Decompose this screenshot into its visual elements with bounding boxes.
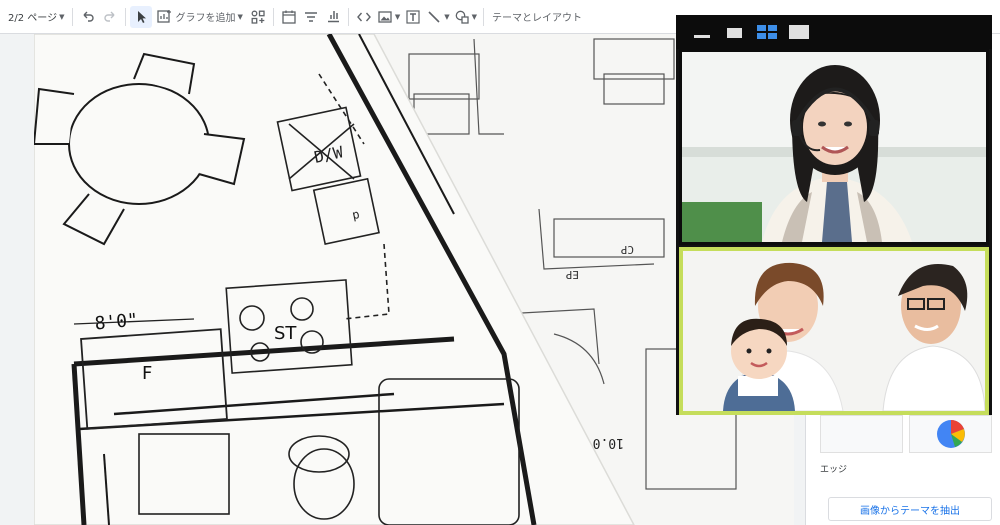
- video-call-window: [676, 15, 992, 415]
- page-indicator: 2/2 ページ: [8, 13, 58, 24]
- toolbar-divider: [125, 7, 127, 26]
- embed-url-button[interactable]: [353, 6, 375, 28]
- edge-label: エッジ: [820, 465, 848, 475]
- undo-button[interactable]: [77, 6, 99, 28]
- theme-thumbnails: [820, 415, 992, 453]
- full-layout-button[interactable]: [788, 24, 810, 40]
- ep-label: EP: [565, 268, 579, 281]
- minimize-layout-button[interactable]: [692, 24, 714, 40]
- single-layout-button[interactable]: [724, 24, 746, 40]
- video-layout-bar: [676, 15, 992, 49]
- calendar-icon: [282, 10, 296, 24]
- date-range-button[interactable]: [278, 6, 300, 28]
- grid-view-icon: [757, 25, 777, 39]
- app-window: 2/2 ページ ▼ グラフを追加 ▼ ▼ ▼ ▼ テーマとレイアウト D/W p…: [0, 0, 1000, 525]
- shape-icon: [455, 10, 469, 24]
- extract-theme-button[interactable]: 画像からテーマを抽出: [828, 497, 992, 521]
- toolbar-divider: [72, 7, 74, 26]
- undo-icon: [83, 11, 95, 22]
- toolbar-divider: [272, 7, 274, 26]
- line-icon: [428, 10, 440, 23]
- image-icon: [378, 10, 392, 23]
- insert-image-button[interactable]: ▼: [375, 4, 402, 30]
- page-selector[interactable]: 2/2 ページ ▼: [4, 4, 68, 30]
- data-control-button[interactable]: [322, 6, 344, 28]
- grid-layout-button[interactable]: [756, 24, 778, 40]
- chevron-down-icon: ▼: [444, 12, 450, 21]
- add-chart-label: グラフを追加: [175, 13, 236, 24]
- code-label: 10.0: [593, 435, 624, 450]
- data-control-icon: [327, 10, 339, 22]
- st-label: ST: [274, 323, 297, 344]
- participant-video-tile[interactable]: [679, 49, 989, 245]
- participant-video: [683, 251, 985, 411]
- chevron-down-icon: ▼: [59, 12, 65, 21]
- fullscreen-icon: [789, 25, 809, 39]
- chevron-down-icon: ▼: [471, 12, 478, 21]
- filter-icon: [304, 11, 317, 22]
- theme-layout-label: テーマとレイアウト: [492, 13, 583, 24]
- chevron-down-icon: ▼: [394, 12, 401, 21]
- shape-tool-button[interactable]: ▼: [452, 4, 479, 30]
- text-box-button[interactable]: [402, 6, 424, 28]
- select-tool-button[interactable]: [130, 5, 153, 28]
- theme-thumbnail[interactable]: [909, 415, 992, 453]
- line-tool-button[interactable]: ▼: [424, 4, 451, 30]
- participant-video-tile[interactable]: [679, 247, 989, 415]
- add-chart-icon: [157, 9, 172, 23]
- add-chart-button[interactable]: グラフを追加 ▼: [152, 4, 246, 30]
- theme-thumbnail[interactable]: [820, 415, 903, 453]
- toolbar-divider: [347, 7, 349, 26]
- participant-video: [682, 52, 986, 242]
- redo-icon: [104, 11, 115, 22]
- filter-control-button[interactable]: [300, 6, 322, 28]
- pie-chart-icon: [936, 420, 965, 448]
- theme-layout-button[interactable]: テーマとレイアウト: [488, 4, 586, 30]
- cp-label: CP: [620, 243, 634, 256]
- dimension-label: 8'0": [94, 310, 139, 335]
- redo-button[interactable]: [99, 6, 121, 28]
- add-control-button[interactable]: [247, 6, 269, 28]
- cursor-icon: [138, 10, 147, 23]
- code-icon: [356, 12, 371, 21]
- controls-icon: [251, 10, 265, 24]
- minimize-icon: [694, 35, 710, 38]
- toolbar-divider: [483, 7, 485, 26]
- single-view-icon: [727, 28, 742, 38]
- text-box-icon: [406, 9, 420, 24]
- f-label: F: [142, 363, 152, 384]
- chevron-down-icon: ▼: [237, 12, 243, 21]
